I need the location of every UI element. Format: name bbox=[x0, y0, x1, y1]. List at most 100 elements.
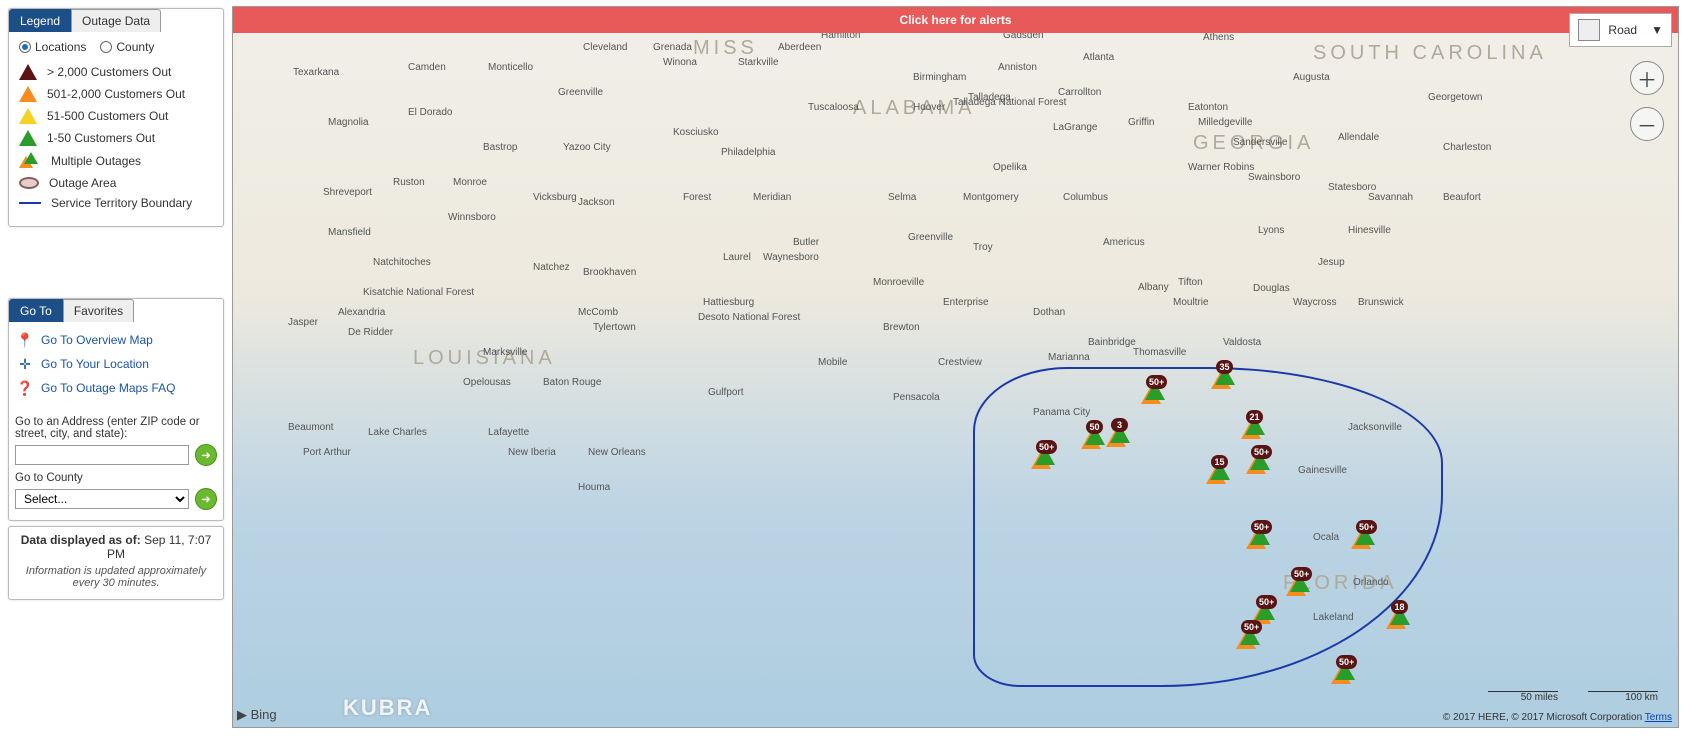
city-label: Enterprise bbox=[943, 297, 989, 308]
city-label: Columbus bbox=[1063, 192, 1108, 203]
goto-overview-label: Go To Overview Map bbox=[41, 333, 153, 347]
tab-goto[interactable]: Go To bbox=[9, 299, 63, 322]
terms-link[interactable]: Terms bbox=[1645, 712, 1672, 723]
city-label: LaGrange bbox=[1053, 122, 1097, 133]
map-viewport[interactable]: Click here for alerts Road ▼ ＋ － LOUISIA… bbox=[232, 6, 1679, 728]
map-scalebar: 50 miles 100 km bbox=[1488, 691, 1658, 703]
legend-item-label: 501-2,000 Customers Out bbox=[47, 87, 185, 101]
legend-multiple-label: Multiple Outages bbox=[51, 154, 141, 168]
city-label: Sandersville bbox=[1233, 137, 1287, 148]
city-label: Lyons bbox=[1258, 225, 1284, 236]
city-label: Jesup bbox=[1318, 257, 1345, 268]
outage-marker[interactable]: 50+ bbox=[1233, 627, 1261, 651]
outage-marker[interactable]: 50+ bbox=[1243, 527, 1271, 551]
city-label: Waycross bbox=[1293, 297, 1337, 308]
legend-item-label: 51-500 Customers Out bbox=[47, 109, 168, 123]
state-label: SOUTH CAROLINA bbox=[1313, 42, 1547, 65]
zoom-in-button[interactable]: ＋ bbox=[1630, 61, 1664, 95]
city-label: Winnsboro bbox=[448, 212, 496, 223]
state-label: MISS bbox=[693, 37, 758, 60]
chevron-down-icon: ▼ bbox=[1651, 23, 1663, 37]
city-label: Natchez bbox=[533, 262, 570, 273]
marker-badge: 50+ bbox=[1251, 520, 1272, 534]
city-label: Butler bbox=[793, 237, 819, 248]
city-label: Atlanta bbox=[1083, 52, 1114, 63]
outage-marker[interactable]: 50 bbox=[1078, 427, 1106, 451]
outage-marker[interactable]: 50+ bbox=[1138, 382, 1166, 406]
city-label: Alexandria bbox=[338, 307, 385, 318]
goto-tabs: Go To Favorites bbox=[9, 299, 223, 322]
address-input[interactable] bbox=[15, 445, 189, 465]
multiple-outages-icon bbox=[19, 152, 41, 170]
county-select[interactable]: Select... bbox=[15, 489, 189, 509]
city-label: Milledgeville bbox=[1198, 117, 1252, 128]
tab-favorites[interactable]: Favorites bbox=[63, 299, 134, 322]
outage-marker[interactable]: 50+ bbox=[1328, 662, 1356, 686]
outage-marker[interactable]: 35 bbox=[1208, 367, 1236, 391]
city-label: Brunswick bbox=[1358, 297, 1404, 308]
city-label: Tylertown bbox=[593, 322, 636, 333]
city-label: Eatonton bbox=[1188, 102, 1228, 113]
kubra-logo: KUBRA bbox=[343, 695, 432, 721]
city-label: Troy bbox=[973, 242, 993, 253]
map-type-label: Road bbox=[1608, 23, 1637, 37]
triangle-icon bbox=[19, 130, 37, 146]
legend-item: 51-500 Customers Out bbox=[19, 108, 213, 124]
goto-location-label: Go To Your Location bbox=[41, 357, 149, 371]
goto-faq[interactable]: ❓ Go To Outage Maps FAQ bbox=[13, 376, 219, 400]
address-label: Go to an Address (enter ZIP code or stre… bbox=[15, 416, 217, 440]
city-label: Brookhaven bbox=[583, 267, 636, 278]
goto-your-location[interactable]: ✛ Go To Your Location bbox=[13, 352, 219, 376]
address-go-button[interactable]: ➜ bbox=[195, 444, 217, 466]
radio-county[interactable]: County bbox=[100, 40, 154, 54]
outage-marker[interactable]: 50+ bbox=[1243, 452, 1271, 476]
city-label: Kosciusko bbox=[673, 127, 719, 138]
outage-marker[interactable]: 50+ bbox=[1028, 447, 1056, 471]
state-label: ALABAMA bbox=[853, 97, 975, 120]
city-label: Charleston bbox=[1443, 142, 1491, 153]
data-timestamp-panel: Data displayed as of: Sep 11, 7:07 PM In… bbox=[8, 526, 224, 600]
state-label: LOUISIANA bbox=[413, 347, 556, 370]
marker-badge: 3 bbox=[1111, 418, 1128, 432]
outage-marker[interactable]: 50+ bbox=[1348, 527, 1376, 551]
city-label: Aberdeen bbox=[778, 42, 821, 53]
marker-badge: 50+ bbox=[1146, 375, 1167, 389]
map-type-selector[interactable]: Road ▼ bbox=[1569, 13, 1672, 47]
city-label: Carrollton bbox=[1058, 87, 1101, 98]
outage-marker[interactable]: 15 bbox=[1203, 462, 1231, 486]
radio-locations-label: Locations bbox=[35, 40, 86, 54]
county-go-button[interactable]: ➜ bbox=[195, 488, 217, 510]
outage-marker[interactable]: 18 bbox=[1383, 607, 1411, 631]
radio-county-label: County bbox=[116, 40, 154, 54]
marker-badge: 50+ bbox=[1251, 445, 1272, 459]
outage-marker[interactable]: 21 bbox=[1238, 417, 1266, 441]
city-label: Yazoo City bbox=[563, 142, 611, 153]
marker-badge: 15 bbox=[1211, 455, 1228, 469]
city-label: Hoover bbox=[913, 102, 945, 113]
city-label: Port Arthur bbox=[303, 447, 351, 458]
timestamp-prefix: Data displayed as of: bbox=[21, 533, 141, 547]
city-label: Monticello bbox=[488, 62, 533, 73]
legend-item-label: 1-50 Customers Out bbox=[47, 131, 155, 145]
city-label: Desoto National Forest bbox=[698, 312, 800, 323]
city-label: Lake Charles bbox=[368, 427, 427, 438]
outage-marker[interactable]: 3 bbox=[1103, 425, 1131, 449]
city-label: Selma bbox=[888, 192, 916, 203]
marker-badge: 50+ bbox=[1241, 620, 1262, 634]
alerts-banner[interactable]: Click here for alerts bbox=[233, 7, 1678, 33]
radio-locations[interactable]: Locations bbox=[19, 40, 86, 54]
outage-marker[interactable]: 50+ bbox=[1283, 574, 1311, 598]
city-label: Albany bbox=[1138, 282, 1169, 293]
zoom-out-button[interactable]: － bbox=[1630, 107, 1664, 141]
goto-overview-map[interactable]: 📍 Go To Overview Map bbox=[13, 328, 219, 352]
city-label: El Dorado bbox=[408, 107, 452, 118]
radio-unselected-icon bbox=[100, 41, 112, 53]
city-label: Greenville bbox=[908, 232, 953, 243]
state-label: GEORGIA bbox=[1193, 132, 1314, 155]
city-label: Talladega National Forest bbox=[953, 97, 1066, 108]
city-label: Crestview bbox=[938, 357, 982, 368]
city-label: Swainsboro bbox=[1248, 172, 1300, 183]
tab-outage-data[interactable]: Outage Data bbox=[71, 9, 161, 32]
tab-legend[interactable]: Legend bbox=[9, 9, 71, 32]
outage-area-icon bbox=[19, 177, 39, 189]
